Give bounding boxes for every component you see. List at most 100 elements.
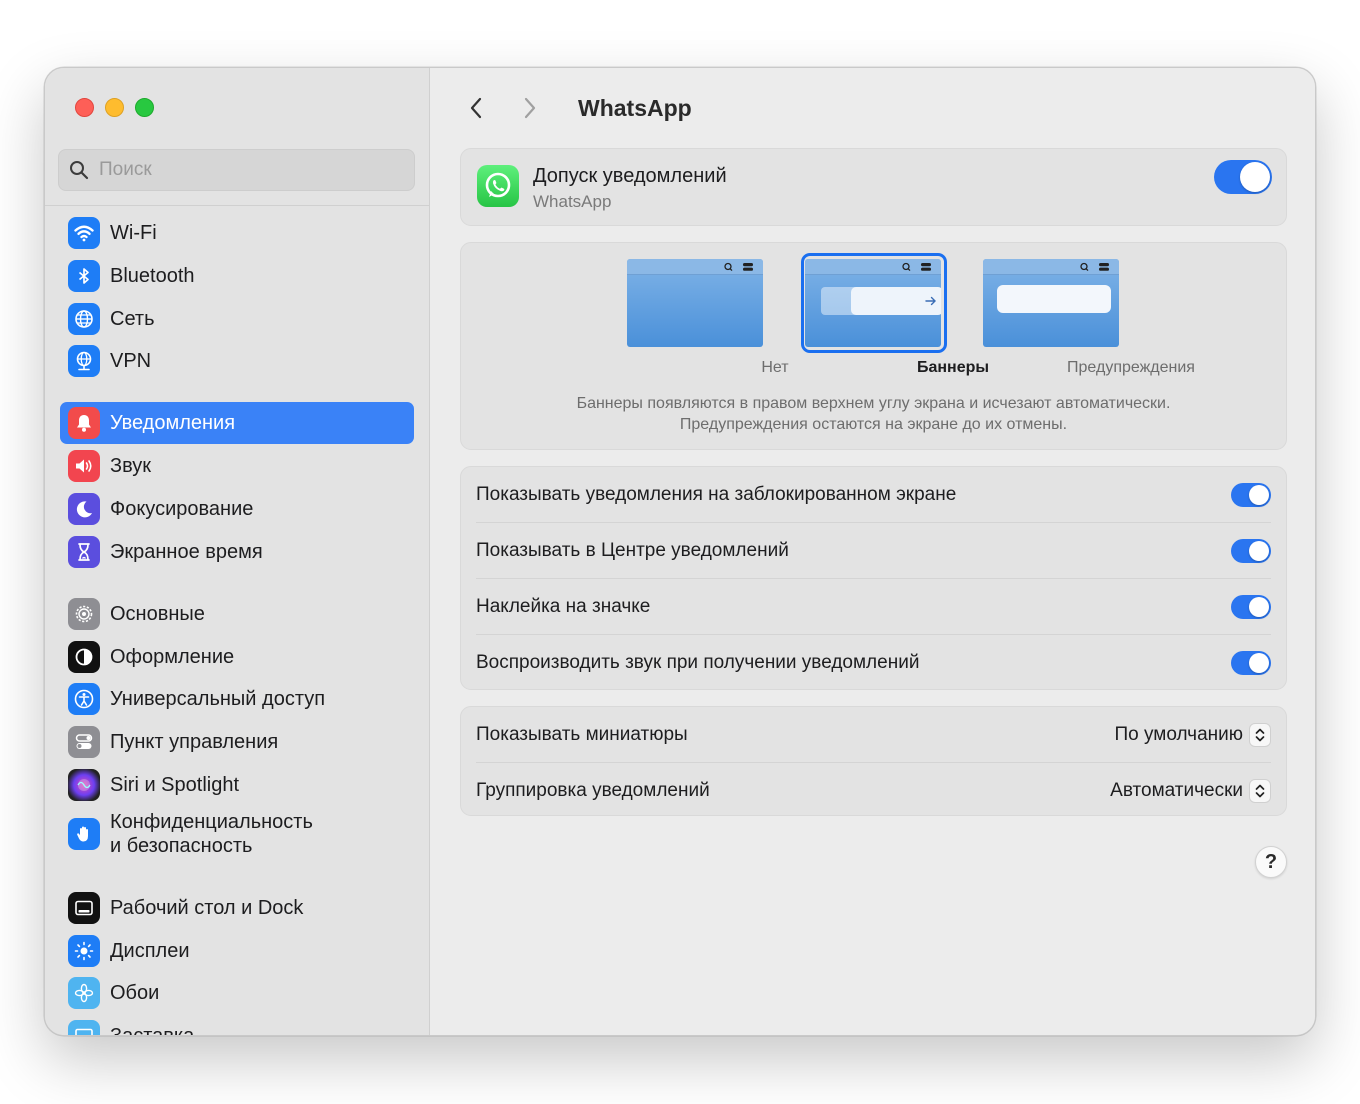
toggle-row-lock-screen: Показывать уведомления на заблокированно…: [461, 467, 1286, 523]
toggle-row-badge: Наклейка на значке: [461, 579, 1286, 635]
toolbar: WhatsApp: [458, 88, 692, 128]
search-icon: [70, 161, 89, 180]
sidebar-item-siri-spotlight[interactable]: Siri и Spotlight: [60, 764, 414, 806]
moon-icon: [68, 493, 100, 525]
toggle-row-notification-center: Показывать в Центре уведомлений: [461, 523, 1286, 579]
toggle-row-sound: Воспроизводить звук при получении уведом…: [461, 635, 1286, 691]
sidebar-item-appearance[interactable]: Оформление: [60, 636, 414, 678]
popup-value: Автоматически: [1110, 780, 1243, 801]
minimize-window-button[interactable]: [105, 98, 124, 117]
arrow-right-icon: [925, 296, 936, 306]
sidebar: Wi-Fi Bluetooth Сеть VPN: [45, 68, 430, 1035]
zoom-window-button[interactable]: [135, 98, 154, 117]
sidebar-item-label: VPN: [110, 350, 152, 372]
sidebar-item-privacy-security[interactable]: Конфиденциальность и безопасность: [60, 806, 414, 862]
bluetooth-icon: [68, 260, 100, 292]
alert-style-card: Нет Баннеры Предупреждения Баннеры появл…: [460, 242, 1287, 450]
bell-icon: [68, 407, 100, 439]
accessibility-icon: [68, 683, 100, 715]
menubar-icons: [902, 262, 931, 272]
alert-style-label: Нет: [761, 359, 789, 376]
play-sound-toggle[interactable]: [1231, 651, 1271, 675]
sidebar-item-label: Звук: [110, 455, 152, 477]
description-line: Баннеры появляются в правом верхнем углу…: [576, 395, 1171, 412]
option-row-label: Группировка уведомлений: [476, 780, 710, 801]
main-pane: WhatsApp Допуск уведомлений WhatsApp Нет: [430, 68, 1315, 1035]
notification-grouping-popup[interactable]: Автоматически: [1110, 779, 1271, 803]
app-name-label: WhatsApp: [533, 192, 612, 211]
toggle-row-label: Показывать уведомления на заблокированно…: [476, 484, 957, 505]
forward-button[interactable]: [512, 90, 548, 126]
allow-notifications-toggle[interactable]: [1214, 160, 1272, 194]
notification-options-card: Показывать уведомления на заблокированно…: [460, 466, 1287, 690]
sidebar-item-label: Основные: [110, 603, 205, 625]
badge-toggle[interactable]: [1231, 595, 1271, 619]
sidebar-item-displays[interactable]: Дисплеи: [60, 930, 414, 972]
hourglass-icon: [68, 536, 100, 568]
sidebar-item-focus[interactable]: Фокусирование: [60, 488, 414, 530]
sidebar-item-label: Универсальный доступ: [110, 688, 326, 710]
allow-notifications-card: Допуск уведомлений WhatsApp: [460, 148, 1287, 226]
vpn-globe-icon: [68, 345, 100, 377]
back-button[interactable]: [458, 90, 494, 126]
sidebar-item-label: Wi-Fi: [110, 222, 157, 244]
sidebar-item-vpn[interactable]: VPN: [60, 340, 414, 382]
toggle-row-label: Показывать в Центре уведомлений: [476, 540, 789, 561]
sidebar-item-general[interactable]: Основные: [60, 593, 414, 635]
sidebar-item-label: Siri и Spotlight: [110, 774, 240, 796]
sidebar-item-label: Фокусирование: [110, 498, 254, 520]
alert-style-none-preview: [627, 259, 763, 347]
popup-value: По умолчанию: [1114, 724, 1244, 745]
menubar-preview: [805, 259, 941, 275]
menubar-preview: [983, 259, 1119, 275]
chevron-right-icon: [524, 97, 536, 119]
dock-icon: [68, 892, 100, 924]
sidebar-item-wallpaper[interactable]: Обои: [60, 972, 414, 1014]
wallpaper-flower-icon: [68, 977, 100, 1009]
menubar-icons: [1080, 262, 1109, 272]
sidebar-item-wifi[interactable]: Wi-Fi: [60, 212, 414, 254]
hand-icon: [68, 818, 100, 850]
sidebar-item-desktop-dock[interactable]: Рабочий стол и Dock: [60, 887, 414, 929]
sidebar-item-label: Конфиденциальность: [110, 811, 313, 833]
toggle-row-label: Наклейка на значке: [476, 596, 651, 617]
search-input[interactable]: [99, 159, 379, 181]
appearance-icon: [68, 641, 100, 673]
chevron-left-icon: [470, 97, 482, 119]
show-previews-popup[interactable]: По умолчанию: [1114, 723, 1271, 747]
siri-icon: [68, 769, 100, 801]
sidebar-item-label: Экранное время: [110, 541, 263, 563]
sidebar-item-accessibility[interactable]: Универсальный доступ: [60, 678, 414, 720]
sidebar-item-screensaver[interactable]: Заставка: [60, 1015, 414, 1035]
sidebar-item-label: Уведомления: [110, 412, 236, 434]
sidebar-item-label: Пункт управления: [110, 731, 279, 753]
sidebar-item-sound[interactable]: Звук: [60, 445, 414, 487]
whatsapp-icon: [477, 165, 519, 207]
banner-preview: [851, 287, 941, 315]
settings-window: Wi-Fi Bluetooth Сеть VPN: [44, 67, 1316, 1036]
sidebar-item-label: Рабочий стол и Dock: [110, 897, 304, 919]
toggle-row-label: Воспроизводить звук при получении уведом…: [476, 652, 920, 673]
sidebar-item-network[interactable]: Сеть: [60, 298, 414, 340]
up-down-chevron-icon: [1249, 779, 1271, 803]
speaker-icon: [68, 450, 100, 482]
help-button[interactable]: ?: [1255, 846, 1287, 878]
sidebar-item-control-center[interactable]: Пункт управления: [60, 721, 414, 763]
sidebar-item-label-line2: и безопасность: [110, 835, 253, 857]
alert-style-description: Баннеры появляются в правом верхнем углу…: [461, 393, 1286, 435]
description-line: Предупреждения остаются на экране до их …: [679, 416, 1068, 433]
sidebar-item-label: Дисплеи: [110, 940, 190, 962]
alert-style-label: Баннеры: [916, 359, 990, 376]
sidebar-item-notifications[interactable]: Уведомления: [60, 402, 414, 444]
close-window-button[interactable]: [75, 98, 94, 117]
page-title: WhatsApp: [578, 94, 692, 121]
sidebar-divider: [45, 205, 430, 206]
sidebar-item-screen-time[interactable]: Экранное время: [60, 531, 414, 573]
preview-grouping-card: Показывать миниатюры По умолчанию Группи…: [460, 706, 1287, 816]
sidebar-item-label: Обои: [110, 982, 160, 1004]
alert-preview: [997, 285, 1111, 313]
lock-screen-toggle[interactable]: [1231, 483, 1271, 507]
sidebar-item-bluetooth[interactable]: Bluetooth: [60, 255, 414, 297]
search-field[interactable]: [58, 149, 415, 191]
notification-center-toggle[interactable]: [1231, 539, 1271, 563]
